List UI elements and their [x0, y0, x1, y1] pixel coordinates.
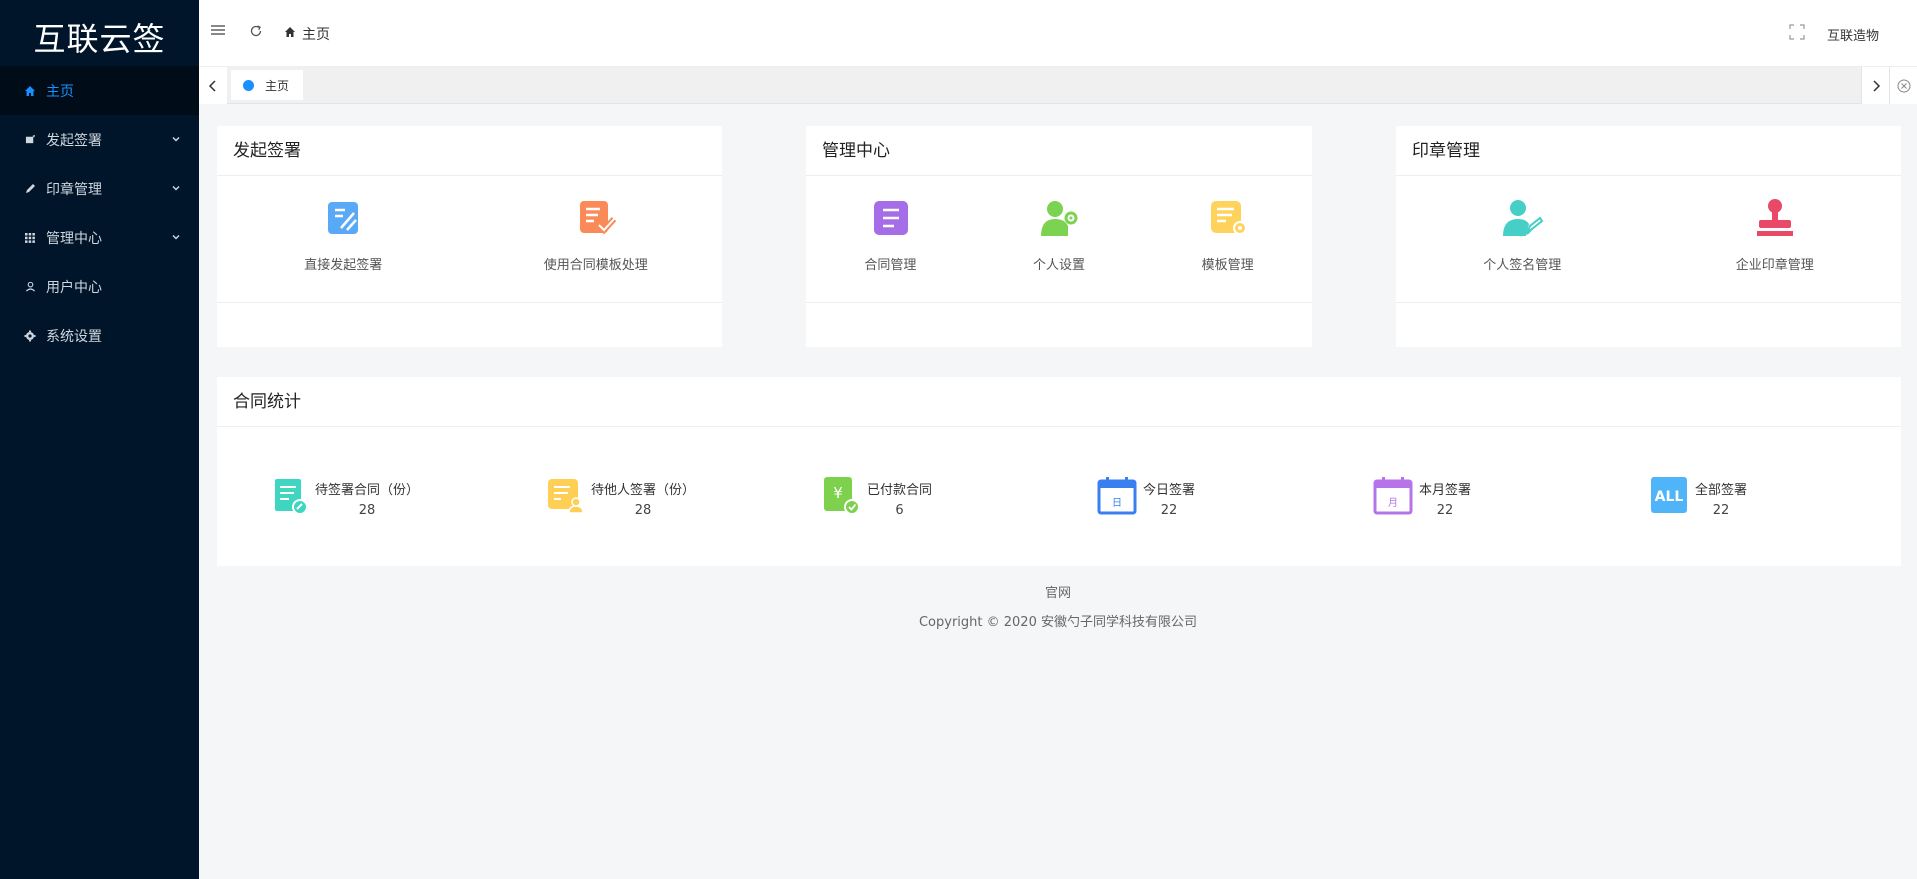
stat-value: 22 — [1436, 503, 1454, 518]
tab-home[interactable]: 主页 — [231, 70, 304, 100]
sidebar-item-user-center[interactable]: 用户中心 — [0, 262, 199, 311]
refresh-icon[interactable] — [249, 24, 263, 38]
template-sign-icon — [574, 196, 618, 240]
card-manage-center: 管理中心 合同管理 个人设置 模板管理 — [806, 126, 1312, 347]
stamp-icon — [1753, 196, 1797, 240]
tile-label: 个人设置 — [1032, 258, 1085, 273]
sidebar-item-seal[interactable]: 印章管理 — [0, 164, 199, 213]
tile-template-manage[interactable]: 模板管理 — [1148, 196, 1308, 273]
tab-active-dot — [243, 79, 254, 91]
tab-scroll-right-icon[interactable] — [1861, 67, 1889, 104]
stat-label: 本月签署 — [1419, 483, 1472, 498]
user-icon — [22, 279, 38, 295]
tile-template-sign[interactable]: 使用合同模板处理 — [516, 196, 676, 273]
chevron-down-icon — [171, 181, 181, 197]
tile-label: 使用合同模板处理 — [543, 258, 648, 273]
sidebar-item-label: 发起签署 — [46, 132, 102, 149]
tile-contract-manage[interactable]: 合同管理 — [810, 196, 970, 273]
tile-label: 模板管理 — [1201, 258, 1254, 273]
tab-label: 主页 — [265, 78, 290, 93]
calendar-month-icon: 月 — [1373, 475, 1413, 515]
sidebar: 互联云签 主页 发起签署 印章管理 管理中心 用户中心 系统设置 — [0, 0, 199, 879]
home-icon — [284, 26, 296, 42]
others-sign-icon — [545, 475, 585, 515]
svg-text:¥: ¥ — [833, 484, 843, 502]
calendar-day-icon: 日 — [1097, 475, 1137, 515]
sidebar-item-label: 系统设置 — [46, 328, 102, 345]
fullscreen-icon[interactable] — [1789, 24, 1805, 40]
tile-signature-manage[interactable]: 个人签名管理 — [1442, 196, 1602, 273]
stat-value: 28 — [634, 503, 652, 518]
contract-icon — [868, 196, 912, 240]
tab-scroll-left-icon[interactable] — [199, 67, 227, 104]
card-seal-manage: 印章管理 个人签名管理 企业印章管理 — [1396, 126, 1901, 347]
user-settings-icon — [1037, 196, 1081, 240]
stat-label: 待他人签署（份） — [591, 483, 696, 498]
footer-link[interactable]: 官网 — [199, 582, 1917, 601]
paid-icon: ¥ — [821, 475, 861, 515]
card-title: 管理中心 — [806, 126, 1312, 176]
tile-user-settings[interactable]: 个人设置 — [979, 196, 1139, 273]
stat-label: 已付款合同 — [867, 483, 933, 498]
stat-paid[interactable]: ¥ 已付款合同 6 — [821, 475, 1021, 518]
tile-direct-sign[interactable]: 直接发起签署 — [263, 196, 423, 273]
menu-toggle-icon[interactable] — [211, 24, 225, 36]
stat-value: 22 — [1712, 503, 1730, 518]
pen-icon — [22, 181, 38, 197]
stat-label: 今日签署 — [1143, 483, 1196, 498]
home-icon — [22, 83, 38, 99]
sidebar-item-system-settings[interactable]: 系统设置 — [0, 311, 199, 360]
card-title: 印章管理 — [1396, 126, 1901, 176]
sidebar-item-label: 用户中心 — [46, 279, 102, 296]
tile-label: 个人签名管理 — [1483, 258, 1562, 273]
stat-label: 全部签署 — [1695, 483, 1748, 498]
grid-icon — [22, 230, 38, 246]
stat-month-sign[interactable]: 月 本月签署 22 — [1373, 475, 1573, 518]
card-title: 发起签署 — [217, 126, 722, 176]
template-settings-icon — [1206, 196, 1250, 240]
sidebar-item-label: 印章管理 — [46, 181, 102, 198]
sidebar-item-label: 主页 — [46, 83, 74, 100]
chevron-down-icon — [171, 230, 181, 246]
app-logo: 互联云签 — [33, 20, 166, 58]
direct-sign-icon — [321, 196, 365, 240]
breadcrumb[interactable]: 主页 — [284, 24, 330, 44]
signature-icon — [1500, 196, 1544, 240]
svg-text:月: 月 — [1388, 497, 1398, 509]
tile-label: 直接发起签署 — [304, 258, 383, 273]
all-icon: ALL — [1649, 475, 1689, 515]
stat-today-sign[interactable]: 日 今日签署 22 — [1097, 475, 1297, 518]
stat-others-sign[interactable]: 待他人签署（份） 28 — [545, 475, 745, 518]
breadcrumb-label: 主页 — [302, 27, 330, 43]
sign-icon — [22, 132, 38, 148]
card-contract-stats: 合同统计 待签署合同（份） 28 待他人签署（份） 28 ¥ 已付款合同 6 日… — [217, 377, 1901, 566]
sidebar-item-start-sign[interactable]: 发起签署 — [0, 115, 199, 164]
stat-value: 28 — [358, 503, 376, 518]
sidebar-item-manage[interactable]: 管理中心 — [0, 213, 199, 262]
pending-sign-icon — [269, 475, 309, 515]
svg-text:日: 日 — [1112, 498, 1122, 509]
tile-label: 企业印章管理 — [1735, 258, 1814, 273]
footer-copyright: Copyright © 2020 安徽勺子同学科技有限公司 — [918, 615, 1197, 630]
close-tabs-icon[interactable] — [1889, 67, 1917, 104]
sidebar-item-home[interactable]: 主页 — [0, 66, 199, 115]
sidebar-item-label: 管理中心 — [46, 230, 102, 247]
tile-stamp-manage[interactable]: 企业印章管理 — [1695, 196, 1855, 273]
stat-label: 待签署合同（份） — [315, 483, 420, 498]
top-header: 主页 互联造物 — [199, 0, 1917, 67]
user-name[interactable]: 互联造物 — [1827, 25, 1879, 44]
tile-label: 合同管理 — [864, 258, 917, 273]
chevron-down-icon — [171, 132, 181, 148]
stat-value: 6 — [895, 503, 904, 518]
card-start-sign: 发起签署 直接发起签署 使用合同模板处理 — [217, 126, 722, 347]
stat-value: 22 — [1160, 503, 1178, 518]
svg-text:ALL: ALL — [1655, 489, 1684, 505]
card-title: 合同统计 — [217, 377, 1901, 427]
stat-all-sign[interactable]: ALL 全部签署 22 — [1649, 475, 1849, 518]
stat-pending-sign[interactable]: 待签署合同（份） 28 — [269, 475, 469, 518]
tab-bar: 主页 — [199, 67, 1917, 104]
gear-icon — [22, 328, 38, 344]
